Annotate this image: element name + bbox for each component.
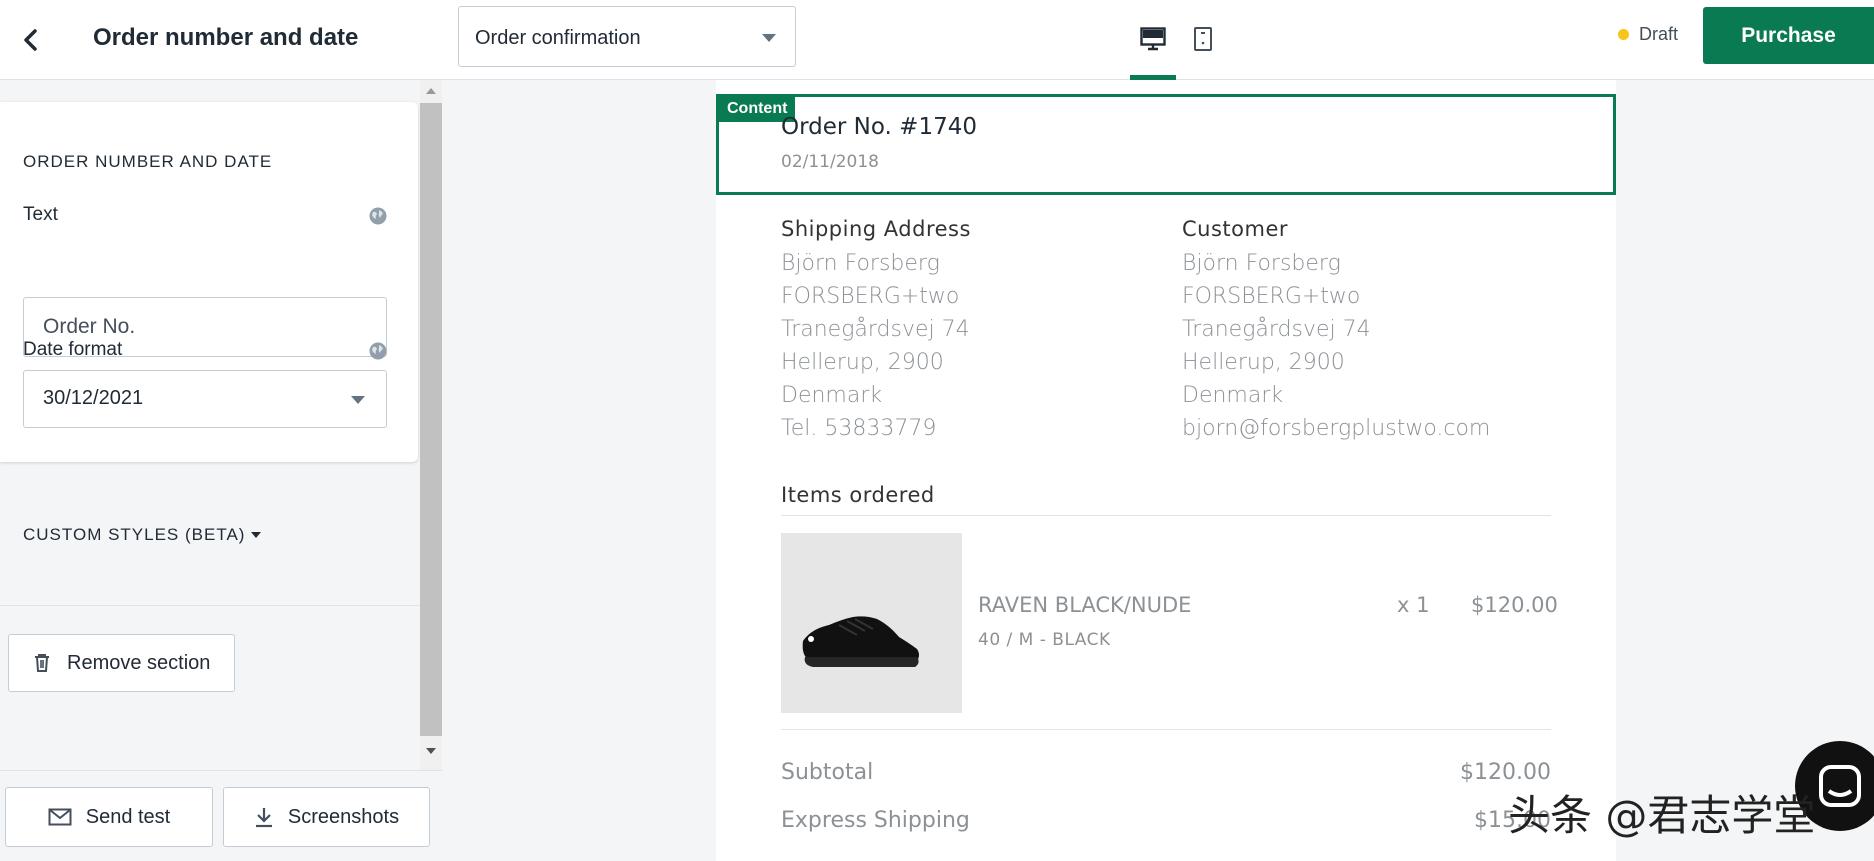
template-select-value: Order confirmation	[475, 27, 641, 49]
date-format-label: Date format	[23, 339, 123, 360]
items-ordered-heading: Items ordered	[781, 483, 935, 507]
customer-line: Hellerup, 2900	[1182, 350, 1345, 375]
globe-icon[interactable]	[368, 341, 388, 361]
shipping-line: Tranegårdsvej 74	[781, 317, 970, 342]
customer-block: Customer Björn Forsberg FORSBERG+two Tra…	[1182, 217, 1490, 445]
download-icon	[255, 808, 272, 828]
product-name: RAVEN BLACK/NUDE	[978, 593, 1192, 617]
date-format-select[interactable]: 30/12/2021	[23, 370, 387, 428]
screenshots-button[interactable]: Screenshots	[223, 787, 430, 847]
customer-email: bjorn@forsbergplustwo.com	[1182, 416, 1491, 441]
shipping-address-block: Shipping Address Björn Forsberg FORSBERG…	[781, 217, 971, 445]
remove-section-button[interactable]: Remove section	[8, 634, 235, 692]
divider	[781, 729, 1551, 730]
shipping-line: Hellerup, 2900	[781, 350, 944, 375]
customer-line: Tranegårdsvej 74	[1182, 317, 1371, 342]
product-quantity: x 1	[1397, 593, 1430, 617]
shipping-heading: Shipping Address	[781, 217, 971, 241]
scroll-down-arrow[interactable]	[426, 748, 436, 754]
purchase-button[interactable]: Purchase	[1703, 7, 1874, 64]
mail-icon	[48, 808, 72, 826]
sneaker-image	[781, 533, 962, 713]
divider	[781, 515, 1551, 516]
status-dot	[1618, 29, 1629, 40]
template-select[interactable]: Order confirmation	[458, 6, 796, 67]
watermark-text: 头条 @君志学堂	[1508, 791, 1816, 840]
back-button[interactable]	[10, 20, 50, 60]
desktop-icon	[1140, 27, 1166, 51]
subtotal-label: Subtotal	[781, 760, 874, 785]
customer-line: FORSBERG+two	[1182, 284, 1361, 309]
text-field-label: Text	[23, 204, 58, 225]
shipping-line: FORSBERG+two	[781, 284, 960, 309]
send-test-label: Send test	[85, 805, 171, 828]
globe-icon[interactable]	[368, 206, 388, 226]
sidebar-title: Order number and date	[93, 24, 359, 51]
app-root: Order number and date ORDER NUMBER AND D…	[0, 0, 1874, 861]
section-heading: ORDER NUMBER AND DATE	[23, 152, 273, 171]
customer-line: Björn Forsberg	[1182, 251, 1341, 276]
sidebar-footer: Send test Screenshots	[0, 770, 442, 861]
order-date: 02/11/2018	[781, 152, 879, 172]
product-price: $120.00	[1471, 593, 1558, 617]
chevron-left-icon	[24, 29, 37, 51]
chevron-down-icon	[351, 396, 365, 404]
remove-section-label: Remove section	[67, 651, 211, 674]
section-settings-card: ORDER NUMBER AND DATE Text Date format 3…	[0, 102, 418, 462]
shipping-line: Denmark	[781, 383, 883, 408]
sidebar-header: Order number and date	[0, 0, 442, 80]
custom-styles-label: CUSTOM STYLES (BETA)	[23, 525, 246, 544]
shipping-cost-label: Express Shipping	[781, 808, 970, 833]
selected-section-outline[interactable]: Content	[716, 94, 1616, 195]
mobile-view-button[interactable]	[1180, 14, 1226, 64]
order-number: Order No. #1740	[781, 114, 977, 140]
caret-down-icon	[251, 532, 262, 538]
settings-sidebar: Order number and date ORDER NUMBER AND D…	[0, 0, 442, 861]
shipping-line: Björn Forsberg	[781, 251, 940, 276]
customer-line: Denmark	[1182, 383, 1284, 408]
top-bar: Order confirmation Draft Purchase	[442, 0, 1874, 80]
divider	[0, 605, 420, 606]
trash-icon	[35, 654, 49, 672]
send-test-button[interactable]: Send test	[5, 787, 213, 847]
product-variant: 40 / M - BLACK	[978, 630, 1111, 650]
custom-styles-toggle[interactable]: CUSTOM STYLES (BETA)	[23, 525, 262, 545]
shipping-line: Tel. 53833779	[781, 416, 937, 441]
status-label: Draft	[1639, 24, 1679, 44]
product-image	[781, 533, 962, 713]
mobile-icon	[1194, 27, 1212, 51]
scrollbar-thumb[interactable]	[420, 103, 442, 736]
desktop-view-button[interactable]	[1130, 14, 1176, 64]
screenshots-label: Screenshots	[287, 805, 400, 828]
chevron-down-icon	[762, 34, 776, 42]
email-preview: Content Order No. #1740 02/11/2018 Shipp…	[716, 80, 1616, 861]
scroll-up-arrow[interactable]	[426, 88, 436, 94]
date-format-value: 30/12/2021	[43, 387, 144, 409]
customer-heading: Customer	[1182, 217, 1289, 241]
sidebar-scrollbar[interactable]	[420, 80, 442, 770]
sidebar-scroll-area: ORDER NUMBER AND DATE Text Date format 3…	[0, 80, 420, 770]
status-badge: Draft	[1618, 24, 1678, 45]
